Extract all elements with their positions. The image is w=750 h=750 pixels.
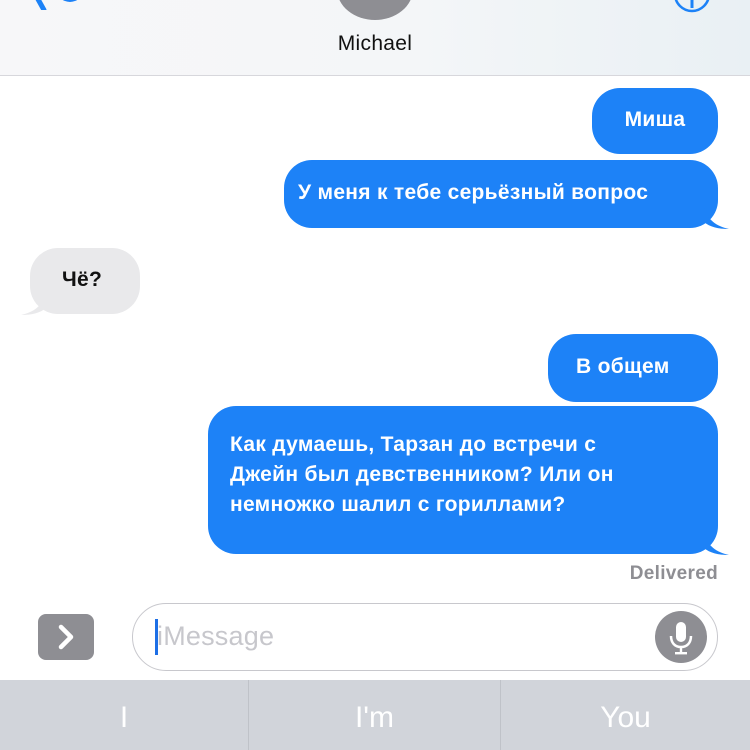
predictive-text-bar: I I'm You <box>0 680 750 750</box>
message-text: Чё? <box>62 268 103 291</box>
message-text: В общем <box>576 355 670 378</box>
messages-screen: Michael Миша У меня к тебе серьёзный воп… <box>0 0 750 750</box>
message-bubble-outgoing[interactable]: В общем <box>548 334 718 402</box>
back-chevron-icon[interactable] <box>30 0 90 10</box>
contact-name[interactable]: Michael <box>0 32 750 56</box>
message-text-line: Джейн был девственником? Или он <box>230 463 614 486</box>
bubble-tail-icon <box>21 294 46 315</box>
bubble-tail-icon <box>704 534 729 555</box>
message-input-placeholder: iMessage <box>157 621 275 651</box>
predictive-suggestion[interactable]: I'm <box>249 680 500 750</box>
predictive-suggestion[interactable]: You <box>501 680 750 750</box>
message-bubble-outgoing[interactable]: У меня к тебе серьёзный вопрос <box>284 160 718 228</box>
message-bubble-outgoing[interactable]: Миша <box>592 88 718 154</box>
message-input[interactable]: iMessage <box>132 603 718 671</box>
message-thread: Миша У меня к тебе серьёзный вопрос Чё? … <box>0 76 750 606</box>
bubble-tail-icon <box>704 208 729 229</box>
chevron-right-icon <box>58 624 74 650</box>
message-text: У меня к тебе серьёзный вопрос <box>298 181 649 204</box>
predictive-suggestion[interactable]: I <box>0 680 248 750</box>
conversation-header: Michael <box>0 0 750 76</box>
message-text-line: Как думаешь, Тарзан до встречи с <box>230 433 597 456</box>
info-icon[interactable] <box>672 0 712 14</box>
message-bubble-outgoing[interactable]: Как думаешь, Тарзан до встречи с Джейн б… <box>208 406 718 554</box>
message-text-line: немножко шалил с гориллами? <box>230 493 566 516</box>
message-text: Миша <box>624 108 686 131</box>
message-bubble-incoming[interactable]: Чё? <box>30 248 140 314</box>
delivery-status: Delivered <box>629 563 718 584</box>
apps-button[interactable] <box>38 614 94 660</box>
microphone-icon <box>669 622 693 655</box>
microphone-button[interactable] <box>655 611 707 663</box>
avatar[interactable] <box>337 0 413 20</box>
